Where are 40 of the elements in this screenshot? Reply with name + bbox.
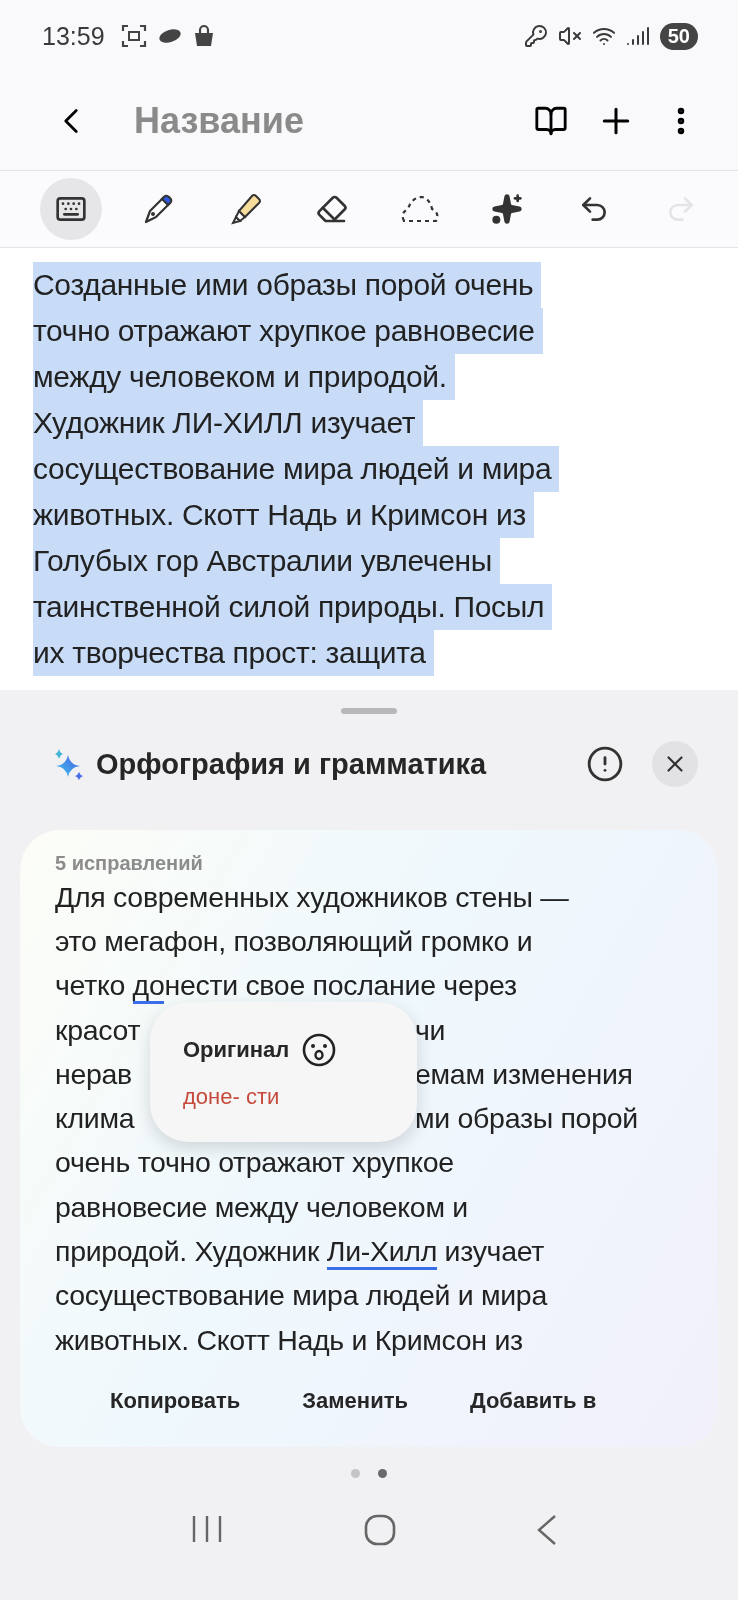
card-text-line: ми образы порой xyxy=(415,1102,638,1136)
card-text-line: животных. Скотт Надь и Кримсон из xyxy=(55,1323,523,1357)
page-dot[interactable] xyxy=(351,1469,360,1478)
action-button[interactable]: Добавить в xyxy=(469,1376,597,1427)
card-text-line: красот xyxy=(55,1013,141,1047)
alert-icon xyxy=(586,745,624,783)
mute-icon xyxy=(557,24,582,48)
card-text-line: равновесие между человеком и xyxy=(55,1190,468,1224)
card-text-line: емам изменения xyxy=(415,1057,633,1091)
book-icon[interactable] xyxy=(534,104,568,138)
card-text-line: нерав xyxy=(55,1057,132,1091)
close-button[interactable] xyxy=(652,741,698,787)
sheet-title: Орфография и грамматика xyxy=(96,747,488,781)
clock: 13:59 xyxy=(42,21,105,51)
shopping-bag-icon xyxy=(192,24,215,48)
action-button[interactable]: Копировать xyxy=(110,1376,241,1427)
original-text: доне- сти xyxy=(183,1084,281,1110)
card-text-line: очень точно отражают хрупкое xyxy=(55,1146,454,1180)
drag-handle[interactable] xyxy=(341,708,397,714)
sparkles-icon xyxy=(490,193,523,225)
eraser-icon xyxy=(316,193,349,225)
card-text-line: сосуществование мира людей и мира xyxy=(55,1279,547,1313)
screenshot-icon xyxy=(120,24,147,48)
home-icon[interactable] xyxy=(364,1514,396,1546)
card-text-line: это мегафон, позволяющий громко и xyxy=(55,924,533,958)
recent-apps-icon[interactable] xyxy=(190,1514,224,1544)
correction-count: 5 исправлений xyxy=(55,852,204,875)
surprised-face-icon xyxy=(301,1032,338,1068)
card-text-line: Для современных художников стены — xyxy=(55,880,569,914)
popup-title: Оригинал xyxy=(183,1037,290,1063)
battery-level: 50 xyxy=(659,22,698,50)
back-icon[interactable] xyxy=(536,1514,558,1546)
card-text-line: чи xyxy=(415,1013,446,1047)
action-button[interactable]: Заменить xyxy=(302,1376,408,1427)
card-text-line: клима xyxy=(55,1102,135,1136)
signal-icon xyxy=(625,24,650,48)
key-icon xyxy=(523,24,548,48)
card-text-line: природой. Художник Ли-Хилл изучает xyxy=(55,1235,545,1268)
card-text-line: четко донести свое послание через xyxy=(55,969,517,1003)
page-dot[interactable] xyxy=(378,1469,387,1478)
